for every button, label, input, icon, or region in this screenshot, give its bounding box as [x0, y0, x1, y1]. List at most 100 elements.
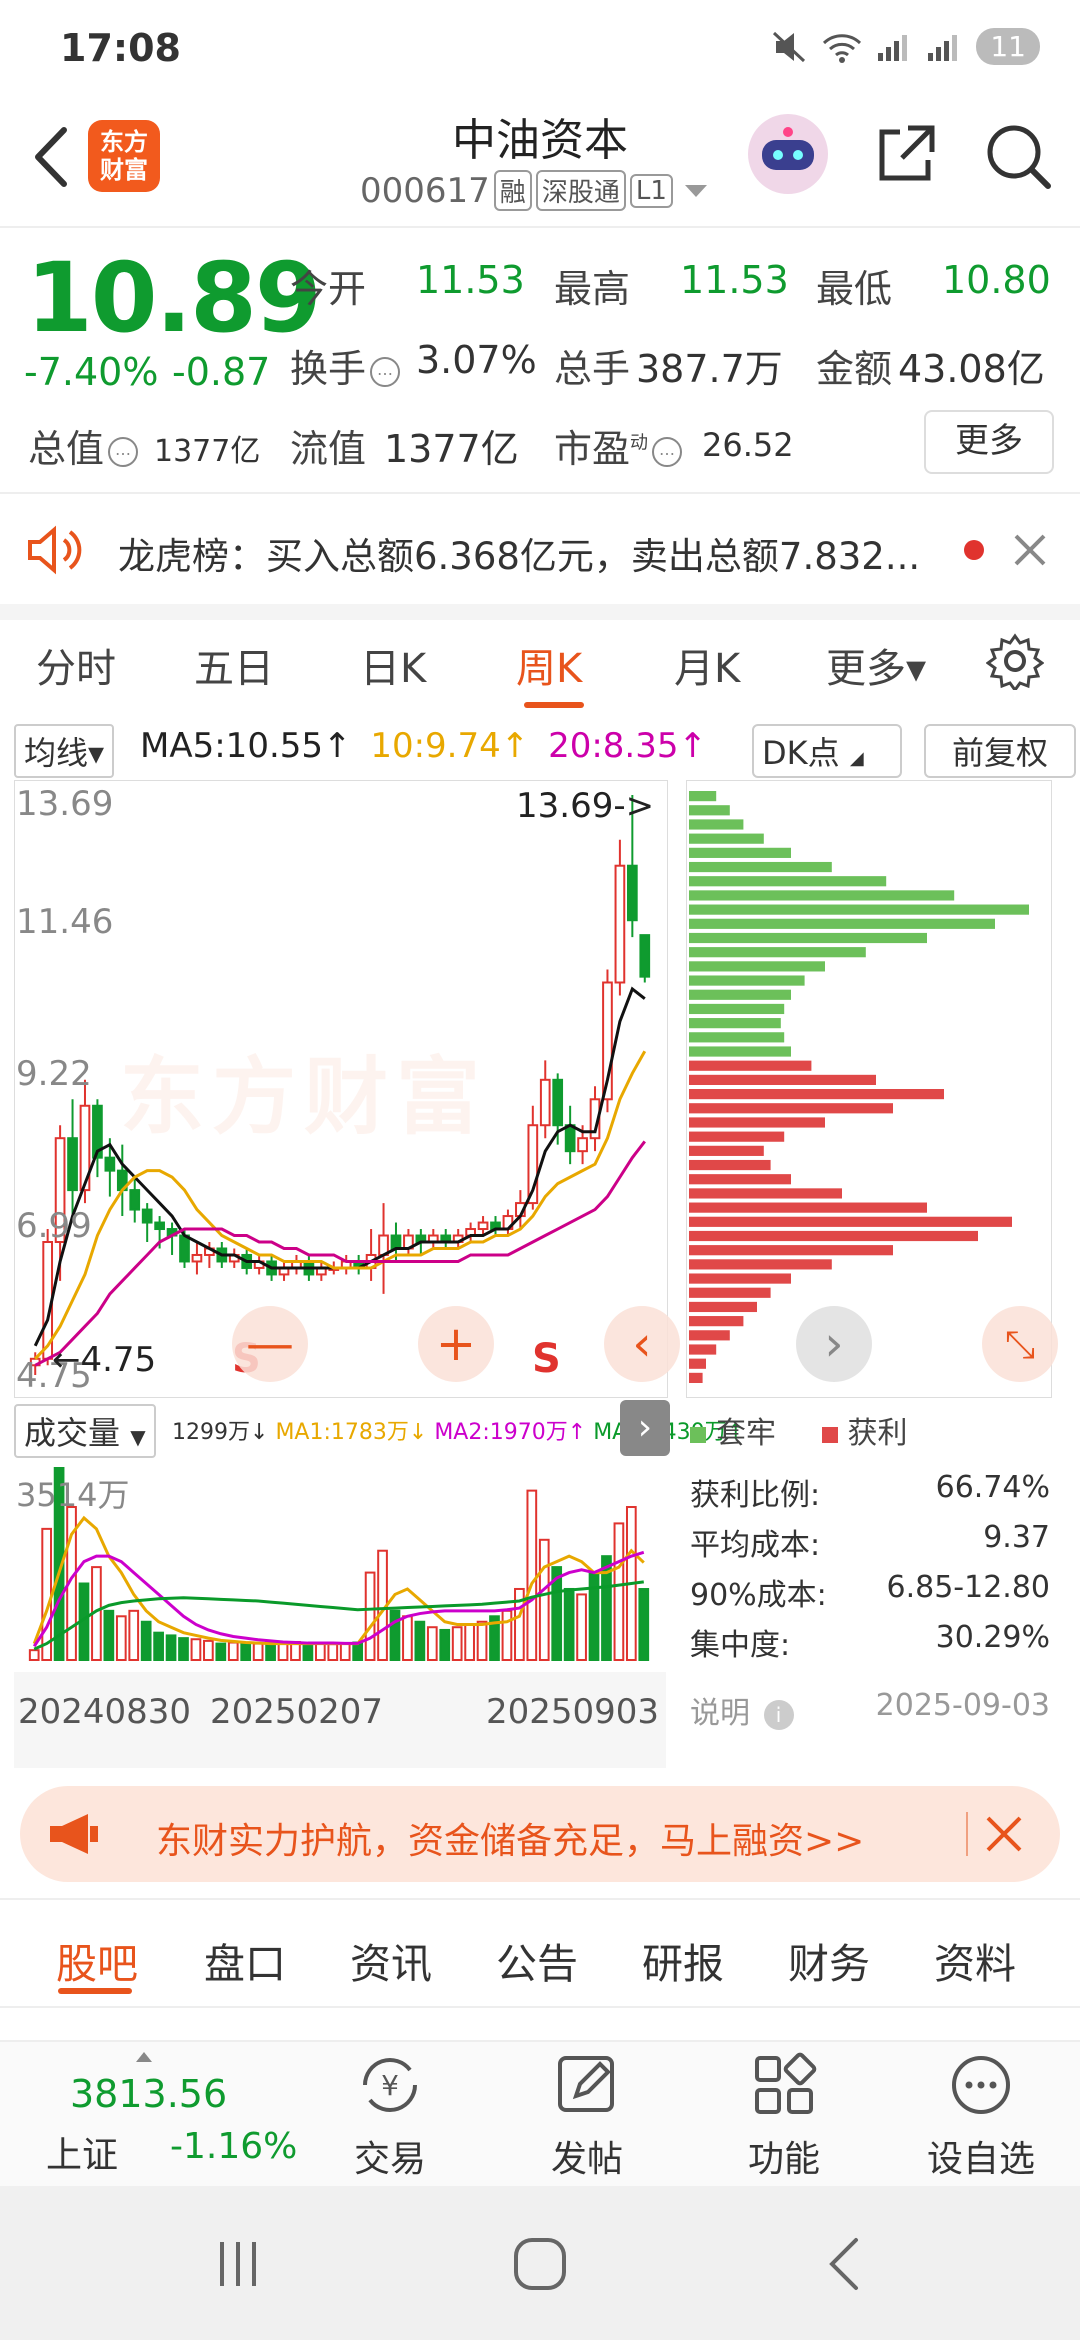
chip-bar	[689, 876, 887, 887]
volume-bar	[402, 1615, 413, 1661]
gear-icon[interactable]	[986, 632, 1044, 690]
chip-bar	[689, 961, 825, 972]
info-icon: i	[763, 1699, 794, 1730]
grid-icon	[755, 2052, 817, 2114]
back-nav-icon[interactable]	[818, 2236, 874, 2292]
tab-daily-k[interactable]: 日K	[360, 636, 426, 694]
chip-bar	[689, 1188, 842, 1199]
volume-bar	[227, 1641, 239, 1662]
candle-body	[539, 1078, 551, 1127]
chip-bar	[689, 1060, 812, 1071]
ma10-value: 10:9.74↑	[370, 726, 530, 766]
open-value: 11.53	[416, 258, 525, 302]
tab-finance[interactable]: 财务	[788, 1930, 870, 1990]
volume-bar	[128, 1609, 140, 1661]
vol-current: 1299万↓	[172, 1420, 269, 1445]
candle-body	[552, 1078, 564, 1127]
stat-90-cost: 90%成本: 6.85-12.80	[690, 1570, 1050, 1613]
note-link[interactable]: 说明 i	[690, 1688, 798, 1732]
tabs-divider	[0, 2006, 1080, 2008]
tab-profile[interactable]: 资料	[934, 1930, 1016, 1990]
candle-body	[67, 1137, 78, 1192]
watermark: 东方财富	[120, 1048, 489, 1146]
y-axis-max: 13.69	[16, 784, 114, 824]
ma-selector[interactable]: 均线▾	[14, 724, 115, 778]
tab-more-periods[interactable]: 更多▾	[826, 636, 926, 694]
adjust-mode-button[interactable]: 前复权	[924, 724, 1076, 778]
chip-bar	[689, 1131, 785, 1142]
volume-bar	[140, 1620, 152, 1662]
ai-assistant-avatar[interactable]	[748, 114, 828, 194]
chip-bar	[689, 1358, 706, 1369]
legend-profit: 获利	[847, 1416, 908, 1451]
ma5-value: MA5:10.55↑	[140, 726, 352, 766]
recent-apps-icon[interactable]	[210, 2236, 266, 2292]
pe-value: 26.52	[702, 426, 794, 464]
chip-bar	[689, 1074, 876, 1085]
info-icon[interactable]: …	[370, 356, 401, 387]
scroll-left-button[interactable]: ‹	[604, 1306, 680, 1382]
home-icon[interactable]	[512, 2236, 568, 2292]
promo-divider	[966, 1812, 968, 1856]
index-change[interactable]: -1.16%	[170, 2126, 297, 2167]
tab-weekly-k[interactable]: 周K	[516, 636, 582, 694]
unread-dot	[964, 540, 984, 560]
chip-bar	[689, 1245, 893, 1256]
stat-note-row: 说明 i 2025-09-03	[690, 1688, 1050, 1732]
nav-functions[interactable]: 功能	[724, 2050, 844, 2182]
share-icon[interactable]	[872, 122, 938, 188]
volume-indicator-selector[interactable]: 成交量 ▼	[14, 1404, 156, 1458]
close-icon[interactable]	[1010, 530, 1050, 570]
chip-bar	[689, 1174, 791, 1185]
volume-bar	[240, 1642, 252, 1662]
turnover-label-text: 换手	[290, 347, 367, 391]
info-icon[interactable]: …	[652, 436, 683, 467]
volume-bar	[302, 1642, 314, 1662]
open-label: 今开	[290, 267, 367, 311]
amount-value: 43.08亿	[898, 347, 1045, 391]
nav-post[interactable]: 发帖	[527, 2050, 647, 2182]
index-name[interactable]: 上证	[46, 2126, 118, 2178]
stock-code-row[interactable]: 000617 融 深股通 L1	[360, 170, 711, 211]
tab-research[interactable]: 研报	[642, 1930, 724, 1990]
nav-add-watchlist[interactable]: 设自选	[921, 2050, 1041, 2182]
y-axis-label: 9.22	[16, 1054, 92, 1094]
chip-distribution-chart[interactable]	[686, 780, 1052, 1398]
candle-body	[191, 1253, 203, 1263]
tab-monthly-k[interactable]: 月K	[674, 636, 740, 694]
scroll-right-button[interactable]: ›	[796, 1306, 872, 1382]
dk-label: DK点	[762, 734, 840, 772]
volume-bar	[103, 1609, 115, 1661]
nav-trade[interactable]: ¥ 交易	[330, 2050, 450, 2182]
pe-label: 市盈动…	[554, 418, 686, 473]
dk-point-selector[interactable]: DK点 ◢	[752, 724, 902, 778]
tab-forum[interactable]: 股吧	[56, 1930, 138, 1990]
promo-text[interactable]: 东财实力护航，资金储备充足，马上融资>>	[156, 1812, 864, 1864]
info-icon[interactable]: …	[108, 436, 139, 467]
tag-level: L1	[629, 173, 673, 208]
volume-bar	[364, 1571, 376, 1661]
candle-body	[129, 1189, 141, 1211]
more-quote-button[interactable]: 更多	[924, 410, 1054, 474]
chip-bar	[689, 833, 764, 844]
chip-bar	[689, 1344, 717, 1355]
search-icon[interactable]	[984, 122, 1052, 190]
candle-body	[577, 1137, 588, 1153]
tab-intraday[interactable]: 分时	[36, 636, 116, 694]
tab-news[interactable]: 资讯	[350, 1930, 432, 1990]
tab-orderbook[interactable]: 盘口	[204, 1930, 286, 1990]
index-value[interactable]: 3813.56	[70, 2072, 227, 2116]
chip-bar	[689, 947, 866, 958]
volume-label: 总手	[554, 347, 631, 391]
vol-ma1: MA1:1783万↓	[275, 1420, 428, 1445]
tab-announcements[interactable]: 公告	[496, 1930, 578, 1990]
candle-body	[141, 1208, 153, 1224]
next-indicator-button[interactable]: ›	[620, 1400, 670, 1456]
expand-icon[interactable]: ⤡	[982, 1306, 1058, 1382]
tab-five-day[interactable]: 五日	[194, 636, 274, 694]
volume-bar	[538, 1538, 550, 1661]
dragon-tiger-ticker[interactable]: 龙虎榜：买入总额6.368亿元，卖出总额7.832...	[118, 526, 920, 580]
zoom-in-button[interactable]: +	[418, 1306, 494, 1382]
zoom-out-button[interactable]: —	[232, 1306, 308, 1382]
close-icon[interactable]	[982, 1812, 1026, 1856]
